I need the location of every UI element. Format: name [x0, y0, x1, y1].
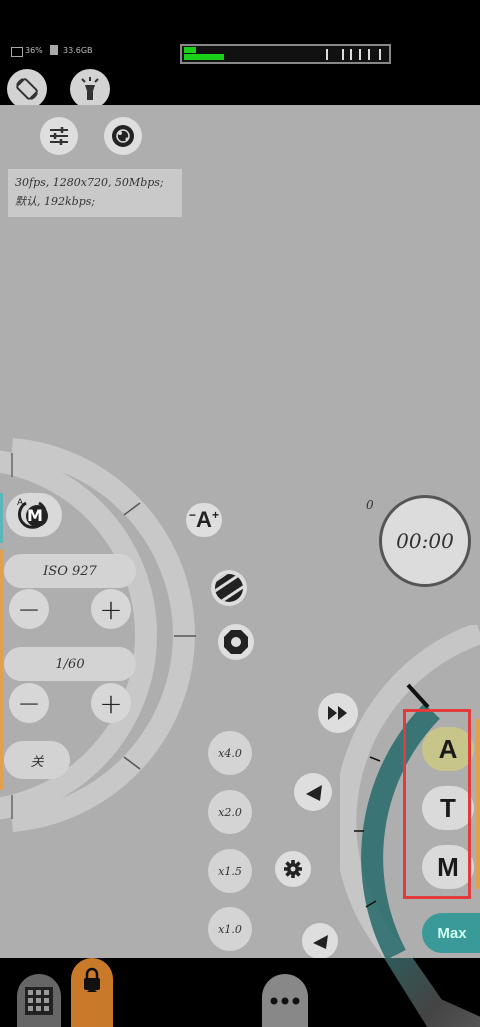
sd-card-icon	[50, 45, 58, 55]
font-size-icon: −A+	[189, 507, 219, 532]
zoom-1x-button[interactable]: x1.0	[208, 907, 252, 951]
zebra-button[interactable]	[211, 570, 247, 606]
rotate-lock-button[interactable]	[7, 69, 47, 109]
manual-letter: M	[27, 506, 43, 525]
iso-increase-button[interactable]: +	[91, 589, 131, 629]
top-status-bar: 36% 33.6GB	[0, 0, 480, 109]
focus-side-accent	[476, 719, 480, 889]
recording-info-box: 30fps, 1280x720, 50Mbps; 默认, 192kbps;	[8, 169, 182, 217]
video-format-info: 30fps, 1280x720, 50Mbps;	[15, 176, 164, 189]
play-reverse-button[interactable]	[294, 773, 332, 811]
record-timer-button[interactable]: 00:00	[379, 495, 471, 587]
rotate-icon	[16, 78, 38, 100]
zebra-stripes-icon	[215, 574, 243, 602]
font-size-button[interactable]: −A+	[186, 503, 222, 537]
focus-mode-highlight	[403, 709, 471, 899]
gear-icon	[284, 860, 302, 878]
toggle-off-pill[interactable]: 关	[4, 741, 70, 779]
zoom-1-5x-button[interactable]: x1.5	[208, 849, 252, 893]
more-dots-icon	[270, 997, 300, 1004]
flashlight-button[interactable]	[70, 69, 110, 109]
zoom-1x-label: x1.0	[218, 922, 242, 936]
gallery-button[interactable]	[17, 974, 61, 1027]
lens-button[interactable]	[104, 117, 142, 155]
lock-record-button[interactable]	[71, 958, 113, 1027]
storage-remaining: 33.6GB	[63, 46, 93, 55]
shutter-decrease-button[interactable]: −	[9, 683, 49, 723]
iso-decrease-button[interactable]: −	[9, 589, 49, 629]
lens-icon	[112, 125, 134, 147]
toggle-off-label: 关	[30, 754, 44, 770]
record-timer: 00:00	[396, 529, 454, 553]
gear-button[interactable]	[275, 851, 311, 887]
camera-preview[interactable]: 30fps, 1280x720, 50Mbps; 默认, 192kbps; A …	[0, 105, 480, 958]
dial-accent-bar	[0, 550, 3, 790]
flashlight-icon	[81, 77, 99, 100]
battery-level: 36%	[25, 46, 43, 55]
grid-icon	[25, 986, 53, 1015]
audio-level-bar-top	[184, 47, 196, 53]
shutter-increase-button[interactable]: +	[91, 683, 131, 723]
max-label: Max	[437, 924, 467, 942]
audio-level-meter	[180, 44, 391, 64]
auto-letter: A	[17, 498, 24, 508]
play-reverse-button-2[interactable]	[302, 923, 338, 958]
lock-icon	[84, 967, 100, 992]
audio-format-info: 默认, 192kbps;	[15, 195, 96, 208]
zoom-1-5x-label: x1.5	[218, 864, 242, 878]
dial-accent-teal	[0, 493, 3, 543]
bottom-dial-edge	[384, 958, 480, 1027]
more-options-button[interactable]	[262, 974, 308, 1027]
aperture-icon	[224, 630, 248, 654]
iso-value-pill[interactable]: ISO 927	[4, 554, 136, 588]
zoom-2x-label: x2.0	[218, 805, 242, 819]
settings-sliders-button[interactable]	[40, 117, 78, 155]
aperture-button[interactable]	[218, 624, 254, 660]
sliders-icon	[50, 127, 68, 145]
shutter-label: 1/60	[55, 656, 85, 672]
zoom-4x-label: x4.0	[218, 746, 242, 760]
bottom-bar	[0, 958, 480, 1027]
battery-icon	[11, 47, 23, 57]
shutter-value-pill[interactable]: 1/60	[4, 647, 136, 681]
audio-level-bar-bottom	[184, 54, 224, 60]
auto-manual-button[interactable]: A M	[6, 493, 62, 537]
zoom-4x-button[interactable]: x4.0	[208, 731, 252, 775]
max-button[interactable]: Max	[422, 913, 480, 953]
iso-label: ISO 927	[43, 563, 97, 579]
frame-counter: 0	[366, 498, 374, 512]
triangle-left-icon-2	[313, 935, 328, 949]
zoom-2x-button[interactable]: x2.0	[208, 790, 252, 834]
triangle-left-icon	[306, 785, 322, 801]
